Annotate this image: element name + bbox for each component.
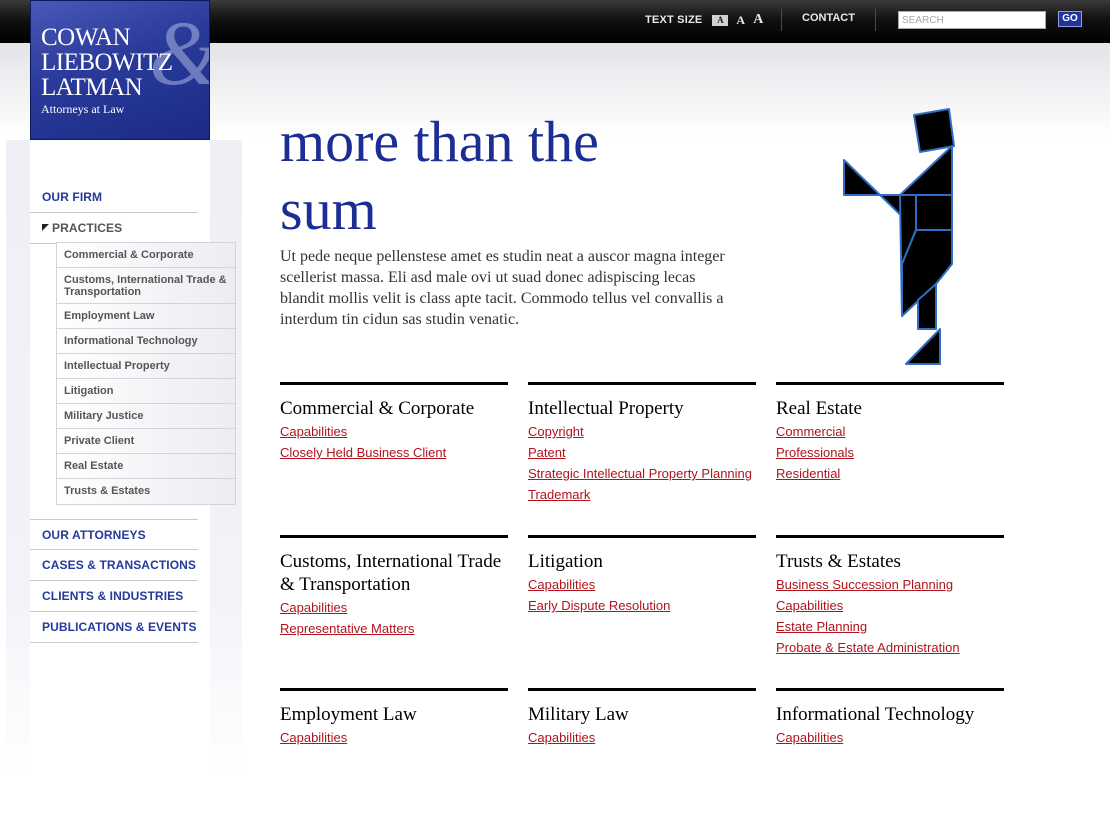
practice-card: Commercial & Corporate Capabilities Closel… bbox=[280, 382, 508, 463]
tangram-figure-illustration bbox=[843, 108, 955, 365]
text-size-label: TEXT SIZE bbox=[645, 14, 703, 26]
sidebar-nav: OUR FIRM PRACTICES Commercial & Corporat… bbox=[30, 140, 236, 780]
tangram-head bbox=[913, 108, 955, 153]
practice-card-title: Litigation bbox=[528, 551, 603, 572]
practice-card-link[interactable]: Trademark bbox=[528, 484, 756, 505]
sidebar-item-cases-transactions[interactable]: CASES & TRANSACTIONS bbox=[30, 550, 198, 581]
practice-card: Intellectual Property Copyright Patent Stra… bbox=[528, 382, 756, 505]
practice-card: Customs, International Trade & Transport… bbox=[280, 535, 508, 639]
hero-title: more than the sum bbox=[280, 109, 599, 242]
logo-line-3: LATMAN bbox=[41, 74, 143, 101]
contact-link[interactable]: CONTACT bbox=[802, 12, 855, 24]
subnav-item-informational-technology[interactable]: Informational Technology bbox=[57, 329, 235, 354]
header-divider bbox=[875, 9, 876, 31]
subnav-item-real-estate[interactable]: Real Estate bbox=[57, 454, 235, 479]
practice-card-link[interactable]: Commercial bbox=[776, 421, 1004, 442]
practice-card-link[interactable]: Copyright bbox=[528, 421, 756, 442]
practice-card-title: Intellectual Property bbox=[528, 398, 684, 419]
text-size-medium-button[interactable]: A bbox=[736, 13, 745, 28]
logo-subtitle: Attorneys at Law bbox=[41, 102, 125, 116]
practices-subnav: Commercial & Corporate Customs, Internat… bbox=[56, 242, 236, 505]
practice-card: Trusts & Estates Business Succession Plan… bbox=[776, 535, 1004, 658]
practice-card-title: Employment Law bbox=[280, 704, 417, 725]
practice-card-link[interactable]: Representative Matters bbox=[280, 618, 508, 639]
sidebar-item-label: PRACTICES bbox=[52, 221, 123, 235]
practice-card-title: Military Law bbox=[528, 704, 629, 725]
practice-card: Military Law Capabilities bbox=[528, 688, 756, 748]
subnav-item-private-client[interactable]: Private Client bbox=[57, 429, 235, 454]
practice-card-link[interactable]: Capabilities bbox=[280, 727, 508, 748]
practice-card-link[interactable]: Capabilities bbox=[528, 727, 756, 748]
tangram-chest bbox=[915, 194, 953, 231]
practice-card-link[interactable]: Business Succession Planning bbox=[776, 574, 1004, 595]
practice-card-link[interactable]: Early Dispute Resolution bbox=[528, 595, 756, 616]
subnav-item-intellectual-property[interactable]: Intellectual Property bbox=[57, 354, 235, 379]
practice-card-link[interactable]: Estate Planning bbox=[776, 616, 1004, 637]
logo-line-2: LIEBOWITZ bbox=[41, 49, 173, 76]
text-size-large-button[interactable]: A bbox=[753, 12, 763, 28]
practice-card-title: Commercial & Corporate bbox=[280, 398, 475, 419]
hero-text: Ut pede neque pellenstese amet es studin… bbox=[280, 248, 725, 328]
practice-card-title: Informational Technology bbox=[776, 704, 975, 725]
sidebar-item-practices[interactable]: PRACTICES bbox=[30, 213, 198, 244]
expanded-arrow-icon bbox=[42, 224, 49, 231]
practice-card: Employment Law Capabilities bbox=[280, 688, 508, 748]
text-size-small-button[interactable]: A bbox=[712, 14, 729, 26]
practice-card: Real Estate Commercial Professionals Reside… bbox=[776, 382, 1004, 484]
practice-card-title: Trusts & Estates bbox=[776, 551, 901, 572]
practice-card-link[interactable]: Capabilities bbox=[776, 595, 1004, 616]
sidebar-item-clients-industries[interactable]: CLIENTS & INDUSTRIES bbox=[30, 581, 198, 612]
sidebar-item-our-attorneys[interactable]: OUR ATTORNEYS bbox=[30, 519, 198, 550]
subnav-item-employment-law[interactable]: Employment Law bbox=[57, 304, 235, 329]
practice-card-link[interactable]: Patent bbox=[528, 442, 756, 463]
tangram-foot bbox=[905, 328, 941, 365]
subnav-item-litigation[interactable]: Litigation bbox=[57, 379, 235, 404]
tangram-shoulder bbox=[899, 145, 953, 196]
header-divider bbox=[781, 9, 782, 31]
practice-card-link[interactable]: Capabilities bbox=[280, 421, 508, 442]
practice-card-link[interactable]: Professionals bbox=[776, 442, 1004, 463]
logo-line-1: COWAN bbox=[41, 24, 131, 51]
subnav-item-trusts-estates[interactable]: Trusts & Estates bbox=[57, 479, 235, 504]
text-size-control: TEXT SIZE A A A bbox=[645, 12, 764, 28]
practice-card-title: Customs, International Trade & Transport… bbox=[280, 551, 502, 595]
practice-card: Informational Technology Capabilities bbox=[776, 688, 1004, 748]
subnav-item-commercial-corporate[interactable]: Commercial & Corporate bbox=[57, 243, 235, 268]
subnav-item-customs-trade[interactable]: Customs, International Trade & Transport… bbox=[57, 268, 235, 304]
practice-card-link[interactable]: Strategic Intellectual Property Planning bbox=[528, 463, 756, 484]
practice-card-link[interactable]: Capabilities bbox=[280, 597, 508, 618]
practice-card-link[interactable]: Residential bbox=[776, 463, 1004, 484]
practice-card-link[interactable]: Capabilities bbox=[776, 727, 1004, 748]
practice-card-link[interactable]: Capabilities bbox=[528, 574, 756, 595]
practice-card: Litigation Capabilities Early Dispute Reso… bbox=[528, 535, 756, 616]
subnav-item-military-justice[interactable]: Military Justice bbox=[57, 404, 235, 429]
sidebar-item-publications-events[interactable]: PUBLICATIONS & EVENTS bbox=[30, 612, 198, 643]
practice-card-link[interactable]: Probate & Estate Administration bbox=[776, 637, 1004, 658]
practice-card-link[interactable]: Closely Held Business Client bbox=[280, 442, 508, 463]
tangram-arm bbox=[843, 159, 881, 196]
go-button[interactable]: GO bbox=[1058, 11, 1082, 27]
firm-logo[interactable]: & COWAN LIEBOWITZ LATMAN Attorneys at La… bbox=[30, 0, 210, 140]
practice-card-title: Real Estate bbox=[776, 398, 862, 419]
sidebar-item-our-firm[interactable]: OUR FIRM bbox=[30, 182, 198, 213]
search-input[interactable] bbox=[898, 11, 1046, 29]
